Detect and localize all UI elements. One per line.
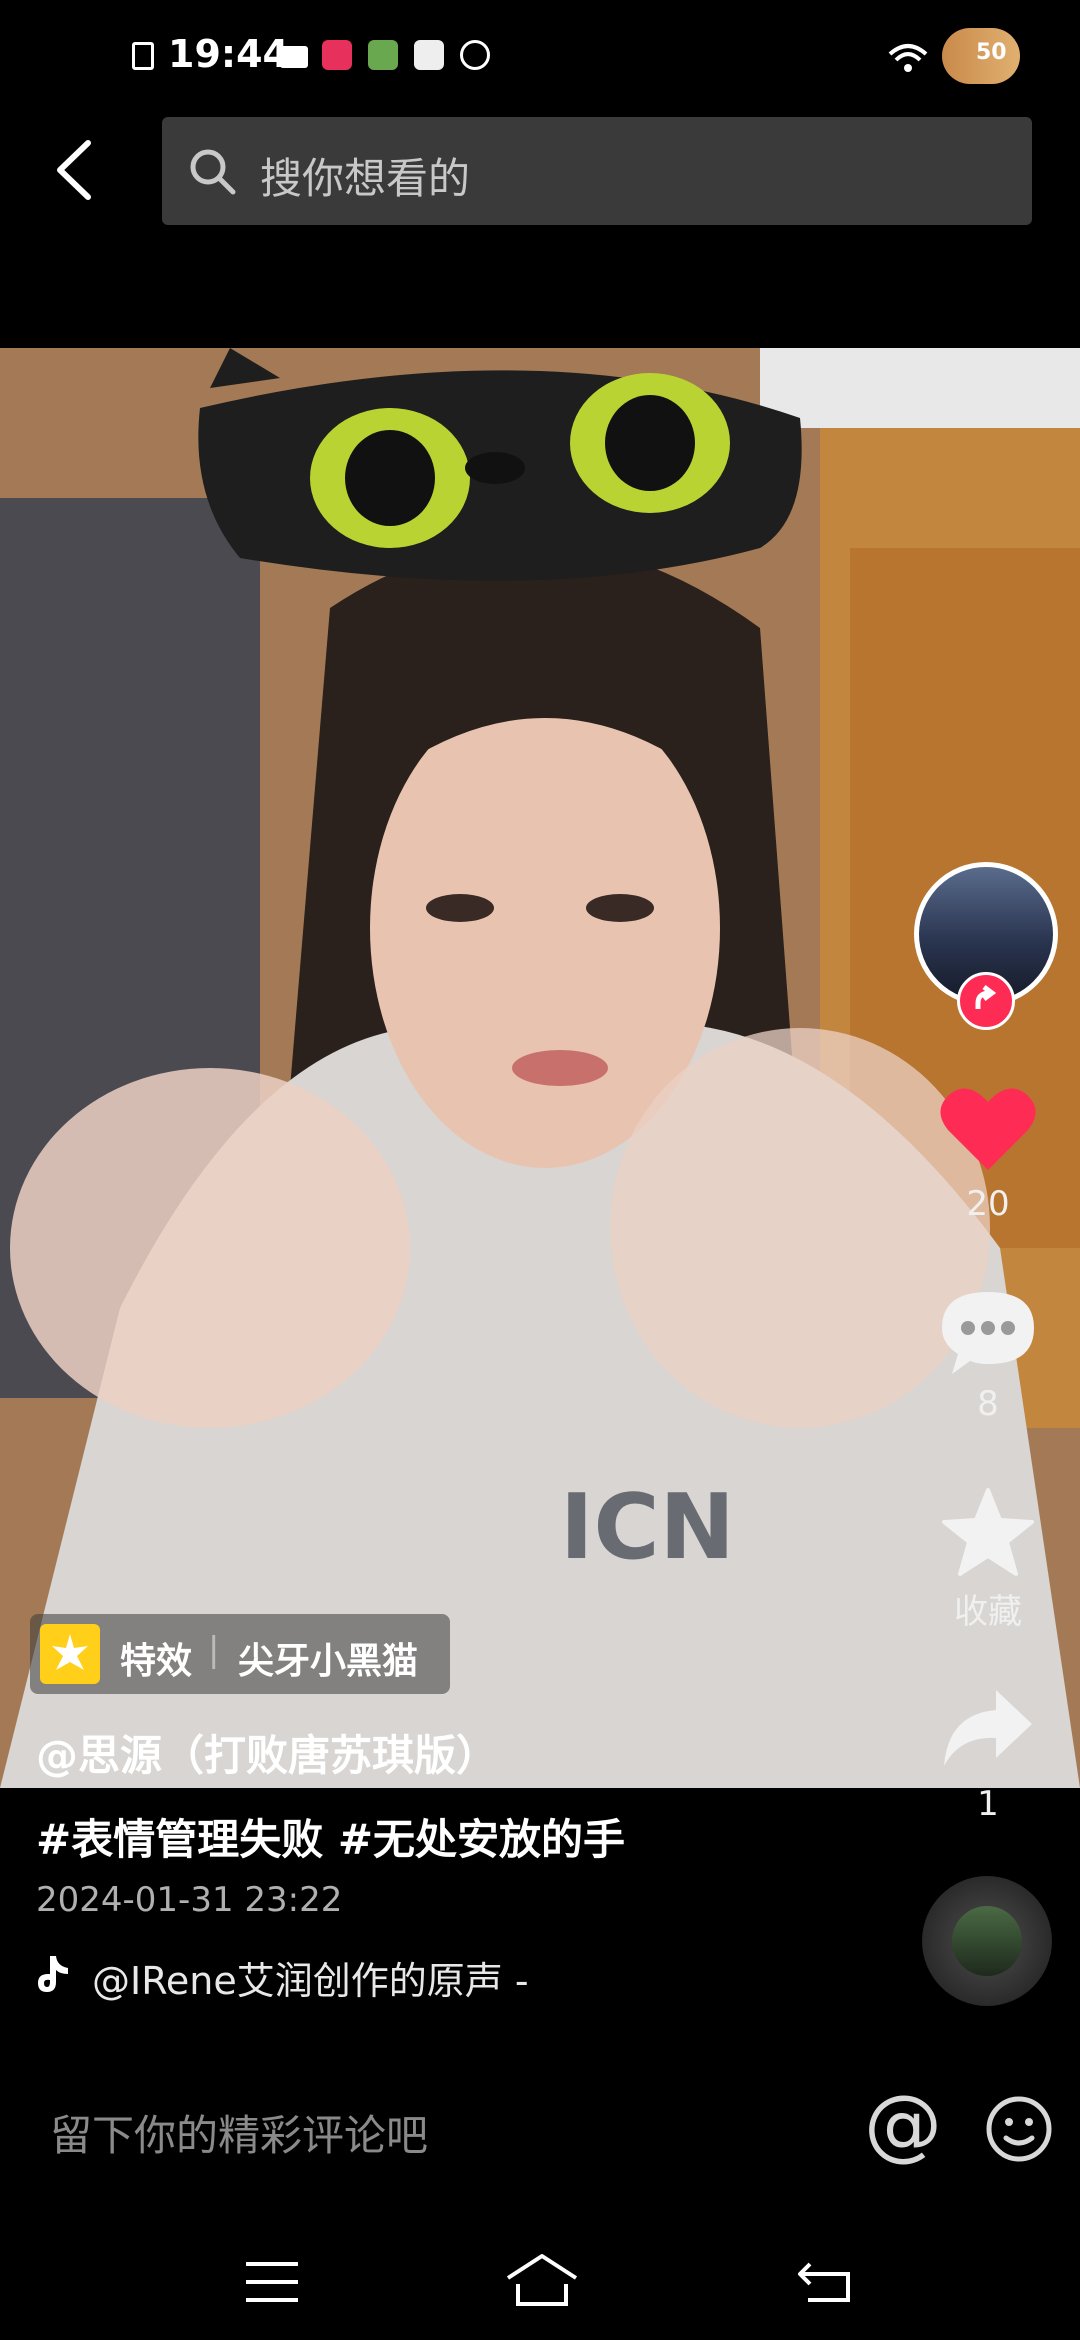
effect-name: 尖牙小黑猫 [238,1641,419,1682]
like-count: 20 [966,1184,1010,1224]
music-disc[interactable] [922,1876,1052,2006]
menu-icon[interactable] [244,2260,300,2304]
book-icon [414,40,444,70]
video-player[interactable]: ICN [0,348,1080,1788]
status-bar: 19:44 50 [0,0,1080,100]
comment-count: 8 [977,1384,999,1424]
follow-arrow-icon [975,985,997,1009]
search-icon [190,149,236,195]
music-cover [952,1906,1022,1976]
video-camera-icon [280,46,308,68]
effect-divider: | [208,1630,220,1670]
hashtags[interactable]: #表情管理失败 #无处安放的手 [36,1806,625,1867]
home-icon[interactable] [504,2252,580,2308]
comment-bar: 留下你的精彩评论吧 @ [0,2060,1080,2190]
app-icon [322,40,352,70]
effect-icon [40,1624,100,1684]
mention-button[interactable]: @ [864,2080,942,2170]
app-icon [460,40,490,70]
status-time: 19:44 [168,32,289,76]
search-input[interactable]: 搜你想看的 [162,117,1032,225]
wifi-icon [888,44,928,72]
system-nav-bar [0,2200,1080,2340]
share-count: 1 [977,1784,999,1824]
app-icon [368,40,398,70]
like-button[interactable] [938,1082,1038,1174]
battery-icon: 50 [942,28,1020,84]
effect-label: 特效 [120,1641,193,1682]
hoodie-print-text: ICN [560,1475,735,1580]
back-nav-icon[interactable] [796,2258,852,2304]
follow-button[interactable] [957,972,1015,1030]
music-title: @IRene艾润创作的原声 - [92,1959,529,2003]
comment-input[interactable]: 留下你的精彩评论吧 [50,2102,428,2163]
author-name[interactable]: @思源（打败唐苏琪版） [36,1722,498,1783]
emoji-button[interactable] [984,2094,1054,2164]
favorite-button[interactable] [940,1486,1036,1580]
battery-level: 50 [976,40,1007,65]
tiktok-note-icon [38,1956,68,1992]
video-frame: ICN [0,348,1080,1788]
share-button[interactable] [940,1686,1036,1770]
search-placeholder: 搜你想看的 [260,154,471,203]
post-date: 2024-01-31 23:22 [36,1880,343,1920]
effect-chip[interactable]: 特效 | 尖牙小黑猫 [30,1614,450,1694]
favorite-label: 收藏 [954,1592,1022,1632]
sim-icon [132,42,154,70]
back-button[interactable] [50,135,100,205]
comment-button[interactable] [938,1286,1038,1380]
